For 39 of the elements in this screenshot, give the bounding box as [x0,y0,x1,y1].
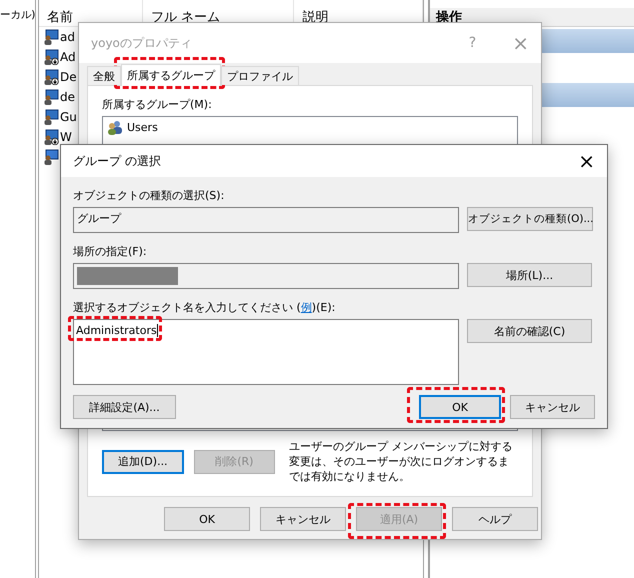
check-names-button[interactable]: 名前の確認(C) [467,319,592,343]
user-icon [43,89,59,105]
cancel-button[interactable]: キャンセル [510,395,595,419]
window-title: グループ の選択 [73,152,162,170]
user-name[interactable]: ad [60,30,75,44]
object-type-button[interactable]: オブジェクトの種類(O)... [467,207,593,231]
example-link[interactable]: 例 [300,301,312,314]
field-label: 場所の指定(F): [73,245,147,258]
user-icon [43,129,59,145]
object-type-field: グループ [73,207,459,233]
user-name[interactable]: Gu [60,110,77,124]
advanced-button[interactable]: 詳細設定(A)... [73,395,176,419]
user-name[interactable]: W [60,130,72,144]
user-icon [43,29,59,45]
field-label: 所属するグループ(M): [102,98,213,111]
dialog-button[interactable]: ヘルプ [452,507,538,531]
user-icon [43,49,59,65]
list-item[interactable]: Users [127,120,158,134]
user-name[interactable]: de [60,90,75,104]
tab[interactable]: 所属するグループ [121,64,221,86]
add-button[interactable]: 追加(D)... [102,450,184,474]
tab[interactable]: 全般 [87,66,121,85]
user-name[interactable]: De [60,70,77,84]
window-title: yoyoのプロパティ [91,34,193,52]
dialog-button[interactable]: OK [164,507,250,531]
tree-item[interactable]: ーカル) [0,9,35,21]
field-label: 選択するオブジェクト名を入力してください (例)(E): [73,301,336,314]
tab[interactable]: プロファイル [221,66,299,85]
ok-button[interactable]: OK [419,395,501,419]
group-icon [107,119,123,135]
dialog-button[interactable]: キャンセル [260,507,346,531]
user-name[interactable]: Ad [60,50,76,64]
location-button[interactable]: 場所(L)... [467,263,592,287]
field-label: オブジェクトの種類の選択(S): [73,189,224,202]
selected-user-icon [43,149,59,165]
info-note: ユーザーのグループ メンバーシップに対する変更は、そのユーザーが次にログオンするまでは有効になりません。 [289,439,514,484]
user-icon [43,69,59,85]
close-button[interactable]: × [578,151,595,171]
user-icon [43,109,59,125]
